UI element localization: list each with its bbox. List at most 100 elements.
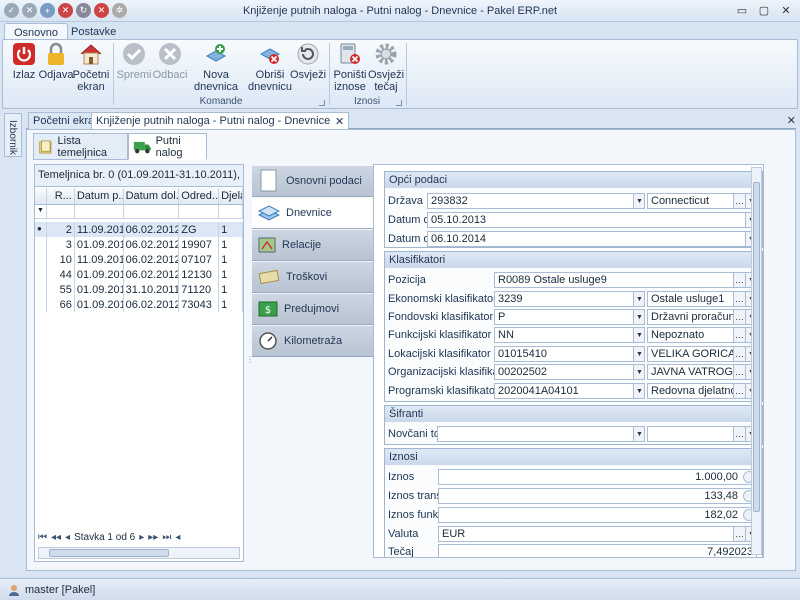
spremi-button[interactable]: Spremi bbox=[117, 42, 151, 81]
obrisi-dnevnicu-button[interactable]: Obriši dnevnicu bbox=[248, 42, 292, 93]
dropdown-icon[interactable]: ▼ bbox=[633, 365, 644, 379]
klasifikator-name-field[interactable]: Ostale usluge1…▼ bbox=[647, 291, 757, 307]
datum-od-field[interactable]: 05.10.2013▼ bbox=[427, 212, 757, 228]
prev-page-icon[interactable]: ◂◂ bbox=[51, 532, 61, 543]
klasifikator-code-field[interactable]: 00202502 ▼ bbox=[494, 364, 645, 380]
klasifikator-name-field[interactable]: VELIKA GORICA…▼ bbox=[647, 346, 757, 362]
klasifikator-code-field[interactable]: 3239 ▼ bbox=[494, 291, 645, 307]
klasifikator-name-field[interactable]: JAVNA VATROGASN...…▼ bbox=[647, 364, 757, 380]
tab-putni-nalog[interactable]: Putni nalog bbox=[128, 133, 207, 160]
izlaz-button[interactable]: Izlaz bbox=[11, 42, 37, 81]
last-page-icon[interactable]: ⏭ bbox=[162, 532, 171, 543]
nav-osnovni-podaci[interactable]: Osnovni podaci bbox=[252, 166, 375, 197]
datum-do-field[interactable]: 06.10.2014▼ bbox=[427, 231, 757, 247]
column-header[interactable]: Odred... bbox=[179, 188, 220, 204]
lookup-icon[interactable]: … bbox=[733, 384, 745, 398]
klasifikator-code-field[interactable]: 2020041A04101 ▼ bbox=[494, 383, 645, 399]
lookup-icon[interactable]: … bbox=[733, 427, 745, 441]
splitter[interactable]: ⋮ bbox=[246, 355, 254, 369]
klasifikator-name-field[interactable]: Nepoznato…▼ bbox=[647, 327, 757, 343]
klasifikator-name-field[interactable]: Državni proračun…▼ bbox=[647, 309, 757, 325]
osvjezi-tecaj-button[interactable]: Osvježi tečaj bbox=[368, 42, 404, 93]
close-icon[interactable]: ✕ bbox=[776, 3, 796, 18]
scroll-left-icon[interactable]: ◂ bbox=[175, 532, 180, 543]
klasifikator-code-field[interactable]: NN ▼ bbox=[494, 327, 645, 343]
check-icon bbox=[123, 43, 145, 65]
minimize-icon[interactable]: ▭ bbox=[732, 3, 752, 18]
tecaj-field[interactable]: 7,492023 bbox=[438, 544, 757, 557]
user-icon bbox=[9, 584, 19, 596]
tab-lista-temeljnica[interactable]: Lista temeljnica bbox=[33, 133, 128, 160]
lookup-icon[interactable]: … bbox=[733, 194, 745, 208]
valuta-field[interactable]: EUR…▼ bbox=[438, 526, 757, 542]
odjava-button[interactable]: Odjava bbox=[39, 42, 73, 81]
lookup-icon[interactable]: … bbox=[733, 292, 745, 306]
column-header[interactable]: R... bbox=[47, 188, 75, 204]
dropdown-icon[interactable]: ▼ bbox=[633, 427, 644, 441]
table-row[interactable]: 301.09.201106.02.2012199071 bbox=[35, 237, 243, 252]
next-page-icon[interactable]: ▸▸ bbox=[148, 532, 158, 543]
horizontal-scrollbar[interactable] bbox=[38, 547, 240, 559]
drzava-field[interactable]: 293832 ▼ bbox=[427, 193, 645, 209]
ponisti-iznose-button[interactable]: Poništi iznose bbox=[332, 42, 368, 93]
nav-relacije[interactable]: Relacije bbox=[252, 230, 375, 261]
lookup-icon[interactable]: … bbox=[733, 328, 745, 342]
tab-knjizenje[interactable]: Knjiženje putnih naloga - Putni nalog - … bbox=[91, 112, 350, 129]
column-header[interactable]: Djelat bbox=[219, 188, 243, 204]
dropdown-icon[interactable]: ▼ bbox=[633, 194, 644, 208]
speedometer-icon bbox=[259, 332, 277, 350]
table-row[interactable]: 4401.09.201106.02.2012121301 bbox=[35, 267, 243, 282]
column-header[interactable]: Datum dol... bbox=[124, 188, 180, 204]
drzava-name-field[interactable]: Connecticut…▼ bbox=[647, 193, 757, 209]
column-header[interactable]: Datum p... bbox=[75, 188, 124, 204]
dropdown-icon[interactable]: ▼ bbox=[633, 384, 644, 398]
iznos-field[interactable]: 1.000,00 bbox=[438, 469, 757, 485]
lookup-icon[interactable]: … bbox=[733, 310, 745, 324]
nav-predujmovi[interactable]: $ Predujmovi bbox=[252, 294, 375, 325]
lookup-icon[interactable]: … bbox=[733, 365, 745, 379]
nav-troskovi[interactable]: Troškovi bbox=[252, 262, 375, 293]
klasifikator-code-field[interactable]: 01015410 ▼ bbox=[494, 346, 645, 362]
iznos-trans-field[interactable]: 133,48 bbox=[438, 488, 757, 504]
document-icon bbox=[260, 169, 277, 192]
maximize-icon[interactable]: ▢ bbox=[754, 3, 774, 18]
table-row[interactable]: 1011.09.201106.02.2012071071 bbox=[35, 252, 243, 267]
dropdown-icon[interactable]: ▼ bbox=[633, 310, 644, 324]
first-page-icon[interactable]: ⏮ bbox=[38, 532, 47, 543]
lookup-icon[interactable]: … bbox=[733, 527, 745, 541]
nova-dnevnica-button[interactable]: Nova dnevnica bbox=[186, 42, 246, 93]
next-icon[interactable]: ▸ bbox=[139, 532, 144, 543]
nav-kilometraza[interactable]: Kilometraža bbox=[252, 326, 375, 357]
lookup-icon[interactable]: … bbox=[733, 347, 745, 361]
nav-dnevnice[interactable]: Dnevnice bbox=[252, 198, 382, 229]
novcani-tok-field[interactable]: ▼ bbox=[437, 426, 645, 442]
form-vertical-scrollbar[interactable] bbox=[751, 167, 762, 555]
dropdown-icon[interactable]: ▼ bbox=[633, 347, 644, 361]
status-bar: master [Pakel] bbox=[0, 578, 800, 600]
prev-icon[interactable]: ◂ bbox=[65, 532, 70, 543]
odbaci-button[interactable]: Odbaci bbox=[153, 42, 187, 81]
lookup-icon[interactable]: … bbox=[733, 273, 745, 287]
table-row[interactable]: 6601.09.201106.02.2012730431 bbox=[35, 297, 243, 312]
klasifikator-code-field[interactable]: P ▼ bbox=[494, 309, 645, 325]
osvjezi-button[interactable]: Osvježi bbox=[290, 42, 326, 81]
dropdown-icon[interactable]: ▼ bbox=[633, 292, 644, 306]
close-tab-icon[interactable]: ✕ bbox=[335, 115, 344, 128]
dropdown-icon[interactable]: ▼ bbox=[633, 328, 644, 342]
klasifikator-label: Programski klasifikator bbox=[388, 385, 499, 397]
gear-icon bbox=[375, 43, 397, 65]
pozicija-field[interactable]: R0089 Ostale usluge9…▼ bbox=[494, 272, 757, 288]
sidebar-izbornik[interactable]: Izbornik bbox=[4, 113, 22, 157]
pocetni-ekran-button[interactable]: Početni ekran bbox=[73, 42, 109, 93]
close-all-icon[interactable]: ✕ bbox=[787, 114, 796, 127]
novcani-tok-name-field[interactable]: …▼ bbox=[647, 426, 757, 442]
table-row[interactable]: ● 211.09.201106.02.2012ZG1 bbox=[35, 222, 243, 237]
filter-row[interactable]: ▼ bbox=[35, 205, 243, 219]
refresh-icon bbox=[297, 43, 319, 65]
iznos-funkc-field[interactable]: 182,02 bbox=[438, 507, 757, 523]
tab-postavke[interactable]: Postavke bbox=[62, 23, 125, 40]
grid-header: Temeljnica br. 0 (01.09.2011-31.10.2011)… bbox=[35, 165, 243, 187]
klasifikator-name-field[interactable]: Redovna djelatnost2…▼ bbox=[647, 383, 757, 399]
table-row[interactable]: 5501.09.201131.10.2011711201 bbox=[35, 282, 243, 297]
section-title: Iznosi bbox=[385, 449, 762, 465]
